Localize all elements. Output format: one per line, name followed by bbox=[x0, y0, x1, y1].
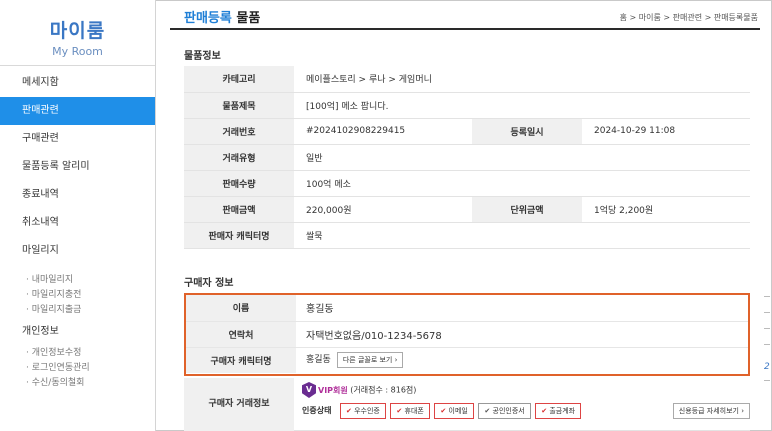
table-row: 연락처 자택번호없음/010-1234-5678 bbox=[186, 321, 748, 348]
sidebar-item-personal-info[interactable]: 개인정보 bbox=[0, 318, 155, 346]
category-value: 메이플스토리 > 루나 > 게임머니 bbox=[294, 66, 750, 93]
subject-value: [100억] 메소 팝니다. bbox=[294, 92, 750, 119]
table-row: 물품제목 [100억] 메소 팝니다. bbox=[184, 92, 750, 119]
breadcrumb: 홈 > 마이룸 > 판매관련 > 판매등록물품 bbox=[619, 13, 758, 22]
buyer-name-label: 이름 bbox=[186, 295, 296, 322]
brand-title: 마이룸 bbox=[49, 20, 106, 42]
other-font-button[interactable]: 다른 글꼴로 보기 › bbox=[336, 352, 404, 369]
page-number[interactable]: 2 bbox=[764, 362, 770, 372]
page-title-accent: 판매등록 bbox=[184, 11, 232, 26]
amount-value: 220,000원 bbox=[294, 196, 472, 223]
buyer-info-box: 이름 홍길동 연락처 자택번호없음/010-1234-5678 구매자 캐릭터명… bbox=[184, 293, 750, 376]
trade-type-label: 거래유형 bbox=[184, 144, 294, 171]
check-icon: ✔ bbox=[440, 407, 447, 415]
buyer-contact-value: 자택번호없음/010-1234-5678 bbox=[296, 321, 748, 348]
divider bbox=[764, 312, 770, 313]
cert-label: 이메일 bbox=[448, 407, 468, 415]
sidebar-item-cancelled[interactable]: 취소내역 bbox=[0, 209, 155, 237]
myroom-brand: 마이룸 My Room bbox=[0, 0, 155, 66]
seller-char-label: 판매자 캐릭터명 bbox=[184, 222, 294, 249]
reg-date-label: 등록일시 bbox=[472, 118, 582, 145]
sidebar-menu: 메세지함 판매관련 구매관련 물품등록 알리미 종료내역 취소내역 마일리지 ·… bbox=[0, 69, 155, 391]
sidebar-subitem-mileage-withdraw[interactable]: · 마일리지출금 bbox=[0, 303, 155, 318]
cert-badge-email: ✔ 이메일 bbox=[434, 403, 474, 419]
vip-level: VIP회원 bbox=[318, 385, 348, 395]
brand-subtitle: My Room bbox=[52, 45, 103, 58]
subject-label: 물품제목 bbox=[184, 92, 294, 119]
check-icon: ✔ bbox=[484, 407, 491, 415]
seller-char-value: 쌀묵 bbox=[294, 222, 750, 249]
reg-date-value: 2024-10-29 11:08 bbox=[582, 118, 750, 145]
table-row: 판매수량 100억 메소 bbox=[184, 170, 750, 197]
table-row: 이름 홍길동 bbox=[186, 295, 748, 322]
cert-label: 휴대폰 bbox=[404, 407, 424, 415]
sidebar-item-sales[interactable]: 판매관련 bbox=[0, 97, 155, 125]
sidebar-subitem-login-link[interactable]: · 로그인연동관리 bbox=[0, 361, 155, 376]
cert-badge-phone: ✔ 휴대폰 bbox=[390, 403, 430, 419]
table-row: 판매금액 220,000원 단위금액 1억당 2,200원 bbox=[184, 196, 750, 223]
divider bbox=[764, 328, 770, 329]
buyer-info-table: 이름 홍길동 연락처 자택번호없음/010-1234-5678 구매자 캐릭터명… bbox=[186, 295, 748, 373]
buyer-char-cell: 홍길동 다른 글꼴로 보기 › bbox=[296, 347, 748, 373]
sidebar-subitem-my-mileage[interactable]: · 내마일리지 bbox=[0, 273, 155, 288]
cert-badge-certificate: ✔ 공인인증서 bbox=[478, 403, 531, 419]
sidebar-item-mileage[interactable]: 마일리지 bbox=[0, 237, 155, 265]
sidebar-item-purchases[interactable]: 구매관련 bbox=[0, 125, 155, 153]
qty-label: 판매수량 bbox=[184, 170, 294, 197]
sidebar-subitem-edit-info[interactable]: · 개인정보수정 bbox=[0, 346, 155, 361]
qty-value: 100억 메소 bbox=[294, 170, 750, 197]
item-info-table: 카테고리 메이플스토리 > 루나 > 게임머니 물품제목 [100억] 메소 팝… bbox=[184, 66, 750, 249]
right-scroll-markers: 2 bbox=[764, 296, 771, 396]
page-title-rest: 물품 bbox=[231, 11, 261, 26]
spacer bbox=[0, 265, 155, 273]
unit-price-label: 단위금액 bbox=[472, 196, 582, 223]
cert-label: 출금계좌 bbox=[549, 407, 576, 415]
sidebar-item-registration-alert[interactable]: 물품등록 알리미 bbox=[0, 153, 155, 181]
sidebar-subitem-consent[interactable]: · 수신/동의철회 bbox=[0, 376, 155, 391]
item-info-heading: 물품정보 bbox=[184, 51, 221, 62]
table-row: 거래유형 일반 bbox=[184, 144, 750, 171]
divider bbox=[764, 380, 770, 381]
table-row: 구매자 캐릭터명 홍길동 다른 글꼴로 보기 › bbox=[186, 347, 748, 373]
table-row: 카테고리 메이플스토리 > 루나 > 게임머니 bbox=[184, 66, 750, 93]
buyer-name-value: 홍길동 bbox=[296, 295, 748, 322]
check-icon: ✔ bbox=[541, 407, 548, 415]
sidebar-subitem-mileage-charge[interactable]: · 마일리지충전 bbox=[0, 288, 155, 303]
cert-status: 인증상태 ✔ 우수인증 ✔ 휴대폰 ✔ 이메일 ✔ 공인인증서 ✔ 출금계좌 bbox=[302, 403, 583, 419]
buyer-info-heading: 구매자 정보 bbox=[184, 278, 234, 289]
buyer-char-label: 구매자 캐릭터명 bbox=[186, 347, 296, 373]
trade-no-value: #2024102908229415 bbox=[294, 118, 472, 145]
cert-badge-excellent: ✔ 우수인증 bbox=[340, 403, 386, 419]
buyer-char-value: 홍길동 bbox=[306, 355, 331, 366]
buyer-trade-info: 구매자 거래정보 V VIP회원 (거래점수 : 816점) 인증상태 ✔ 우수인… bbox=[184, 378, 750, 431]
table-row: 판매자 캐릭터명 쌀묵 bbox=[184, 222, 750, 249]
trade-no-label: 거래번호 bbox=[184, 118, 294, 145]
table-row: 거래번호 #2024102908229415 등록일시 2024-10-29 1… bbox=[184, 118, 750, 145]
credit-detail-button[interactable]: 신용등급 자세히보기 › bbox=[672, 403, 750, 419]
divider bbox=[764, 296, 770, 297]
vip-status: V VIP회원 (거래점수 : 816점) bbox=[302, 382, 416, 398]
trade-type-value: 일반 bbox=[294, 144, 750, 171]
sidebar-item-messages[interactable]: 메세지함 bbox=[0, 69, 155, 97]
cert-label: 공인인증서 bbox=[492, 407, 525, 415]
check-icon: ✔ bbox=[346, 407, 352, 415]
divider bbox=[764, 344, 770, 345]
sidebar: 마이룸 My Room 메세지함 판매관련 구매관련 물품등록 알리미 종료내역… bbox=[0, 0, 156, 431]
vip-badge-icon: V bbox=[302, 382, 316, 398]
buyer-contact-label: 연락처 bbox=[186, 321, 296, 348]
check-icon: ✔ bbox=[396, 407, 403, 415]
unit-price-value: 1억당 2,200원 bbox=[582, 196, 750, 223]
amount-label: 판매금액 bbox=[184, 196, 294, 223]
page-title: 판매등록 물품 bbox=[184, 7, 260, 26]
sidebar-item-completed[interactable]: 종료내역 bbox=[0, 181, 155, 209]
category-label: 카테고리 bbox=[184, 66, 294, 93]
cert-badge-account: ✔ 출금계좌 bbox=[535, 403, 582, 419]
main-content: 판매등록 물품 홈 > 마이룸 > 판매관련 > 판매등록물품 물품정보 카테고… bbox=[170, 0, 760, 431]
cert-label: 우수인증 bbox=[354, 407, 380, 415]
cert-status-label: 인증상태 bbox=[302, 406, 332, 415]
trade-score: (거래점수 : 816점) bbox=[347, 385, 417, 395]
buyer-trade-label: 구매자 거래정보 bbox=[184, 378, 294, 431]
page-header: 판매등록 물품 홈 > 마이룸 > 판매관련 > 판매등록물품 bbox=[170, 0, 760, 30]
